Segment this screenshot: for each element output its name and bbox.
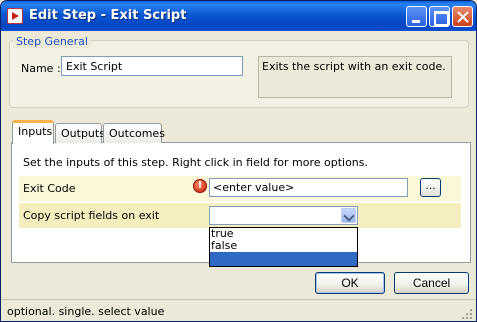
- step-general-legend: Step General: [13, 35, 91, 48]
- name-input[interactable]: [61, 56, 243, 76]
- resize-grip-icon[interactable]: [461, 308, 472, 319]
- option-false[interactable]: false: [210, 240, 357, 252]
- exit-code-label: Exit Code: [23, 182, 76, 195]
- step-description: Exits the script with an exit code.: [258, 56, 452, 98]
- name-label: Name :: [21, 62, 61, 75]
- browse-button[interactable]: ...: [420, 178, 441, 197]
- tab-outputs[interactable]: Outputs: [55, 123, 105, 143]
- copy-fields-dropdown: true false: [209, 227, 358, 267]
- option-empty[interactable]: [210, 252, 357, 266]
- tab-inputs[interactable]: Inputs: [12, 120, 54, 144]
- cancel-button[interactable]: Cancel: [394, 272, 469, 294]
- inputs-hint: Set the inputs of this step. Right click…: [23, 156, 369, 169]
- exit-code-input[interactable]: [209, 178, 408, 197]
- title-bar[interactable]: Edit Step - Exit Script: [1, 1, 476, 31]
- tab-outcomes[interactable]: Outcomes: [103, 123, 165, 143]
- status-bar: optional. single. select value: [1, 299, 476, 321]
- ok-button[interactable]: OK: [315, 272, 385, 294]
- maximize-button[interactable]: [429, 6, 450, 27]
- app-icon: [7, 8, 23, 24]
- status-text: optional. single. select value: [7, 305, 165, 318]
- copy-fields-label: Copy script fields on exit: [23, 209, 160, 222]
- error-icon: !: [193, 179, 207, 193]
- close-button[interactable]: [452, 6, 473, 27]
- edit-step-dialog: Edit Step - Exit Script Step General Nam…: [0, 0, 477, 322]
- minimize-button[interactable]: [406, 6, 427, 27]
- copy-fields-select[interactable]: [209, 206, 358, 225]
- window-title: Edit Step - Exit Script: [29, 8, 187, 23]
- chevron-down-icon[interactable]: [341, 208, 356, 223]
